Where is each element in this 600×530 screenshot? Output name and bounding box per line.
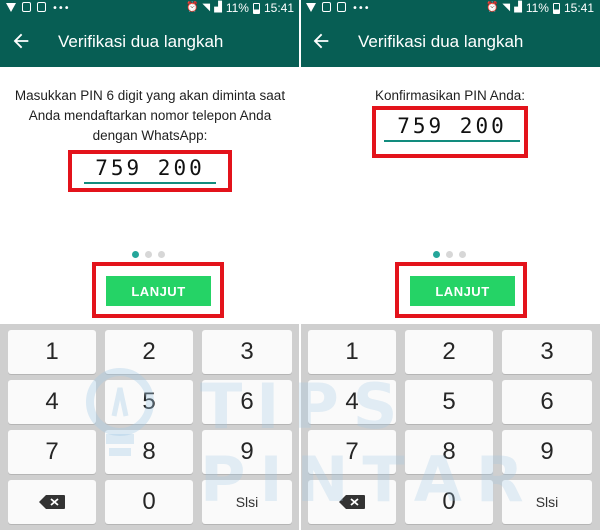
arrow-left-icon[interactable] [10,30,32,52]
key-2[interactable]: 2 [405,330,493,374]
system-icons: ⏰ ◥ ▟ 11% 15:41 [486,1,594,15]
pin-confirm-input[interactable]: 759 200 [382,112,522,142]
key-4[interactable]: 4 [8,380,96,424]
backspace-key[interactable] [8,480,96,524]
next-button[interactable]: LANJUT [410,276,515,306]
key-3[interactable]: 3 [502,330,592,374]
page-dot [459,251,466,258]
next-button[interactable]: LANJUT [106,276,211,306]
arrow-left-icon[interactable] [310,30,332,52]
file-icon [37,2,46,12]
page-title: Verifikasi dua langkah [58,32,224,51]
pin-underline [84,182,216,184]
picture-icon [22,2,31,12]
alarm-icon: ⏰ [185,2,199,13]
download-icon [306,3,316,12]
app-bar: Verifikasi dua langkah [300,17,600,67]
page-title: Verifikasi dua langkah [358,32,524,51]
key-7[interactable]: 7 [308,430,396,474]
key-4[interactable]: 4 [308,380,396,424]
download-icon [6,3,16,12]
page-dot [145,251,152,258]
page-dot [446,251,453,258]
pin-confirm-screen: ••• ⏰ ◥ ▟ 11% 15:41 Verifikasi dua langk… [300,0,600,530]
pin-value: 759 200 [397,114,507,138]
key-9[interactable]: 9 [202,430,292,474]
wifi-icon: ◥ [502,2,511,13]
clock: 15:41 [263,1,294,15]
instruction-text: Masukkan PIN 6 digit yang akan diminta s… [14,88,286,143]
key-7[interactable]: 7 [8,430,96,474]
dots-icon: ••• [52,3,70,14]
backspace-key[interactable] [308,480,396,524]
instruction-text: Konfirmasikan PIN Anda: [374,88,526,103]
screen-divider [299,0,301,530]
notification-icons: ••• [306,2,370,16]
page-indicator [300,251,600,258]
dots-icon: ••• [352,3,370,14]
key-5[interactable]: 5 [105,380,193,424]
next-key[interactable]: Slsi [502,480,592,524]
key-8[interactable]: 8 [105,430,193,474]
page-dot-active [433,251,440,258]
battery-percent: 11% [525,1,549,15]
app-bar: Verifikasi dua langkah [0,17,300,67]
picture-icon [322,2,331,12]
pin-entry-screen: ••• ⏰ ◥ ▟ 11% 15:41 Verifikasi dua langk… [0,0,300,530]
key-1[interactable]: 1 [308,330,396,374]
wifi-icon: ◥ [202,2,211,13]
key-0[interactable]: 0 [405,480,493,524]
page-indicator [0,251,300,258]
pin-value: 759 200 [95,156,205,180]
key-3[interactable]: 3 [202,330,292,374]
page-dot [158,251,165,258]
signal-icon: ▟ [214,2,222,13]
battery-icon [252,2,260,14]
backspace-icon [39,495,65,509]
backspace-icon [339,495,365,509]
notification-icons: ••• [6,2,70,16]
status-bar: ••• ⏰ ◥ ▟ 11% 15:41 [0,0,300,17]
battery-percent: 11% [225,1,249,15]
next-key[interactable]: Slsi [202,480,292,524]
page-dot-active [132,251,139,258]
key-8[interactable]: 8 [405,430,493,474]
key-0[interactable]: 0 [105,480,193,524]
numeric-keyboard: 1 2 3 4 5 6 7 8 9 0 Slsi [0,324,300,530]
key-1[interactable]: 1 [8,330,96,374]
key-9[interactable]: 9 [502,430,592,474]
key-6[interactable]: 6 [202,380,292,424]
clock: 15:41 [563,1,594,15]
key-5[interactable]: 5 [405,380,493,424]
key-6[interactable]: 6 [502,380,592,424]
alarm-icon: ⏰ [485,2,499,13]
key-2[interactable]: 2 [105,330,193,374]
pin-input[interactable]: 759 200 [82,154,218,184]
numeric-keyboard: 1 2 3 4 5 6 7 8 9 0 Slsi [300,324,600,530]
file-icon [337,2,346,12]
pin-underline [384,140,520,142]
battery-icon [552,2,560,14]
signal-icon: ▟ [514,2,522,13]
system-icons: ⏰ ◥ ▟ 11% 15:41 [186,1,294,15]
status-bar: ••• ⏰ ◥ ▟ 11% 15:41 [300,0,600,17]
